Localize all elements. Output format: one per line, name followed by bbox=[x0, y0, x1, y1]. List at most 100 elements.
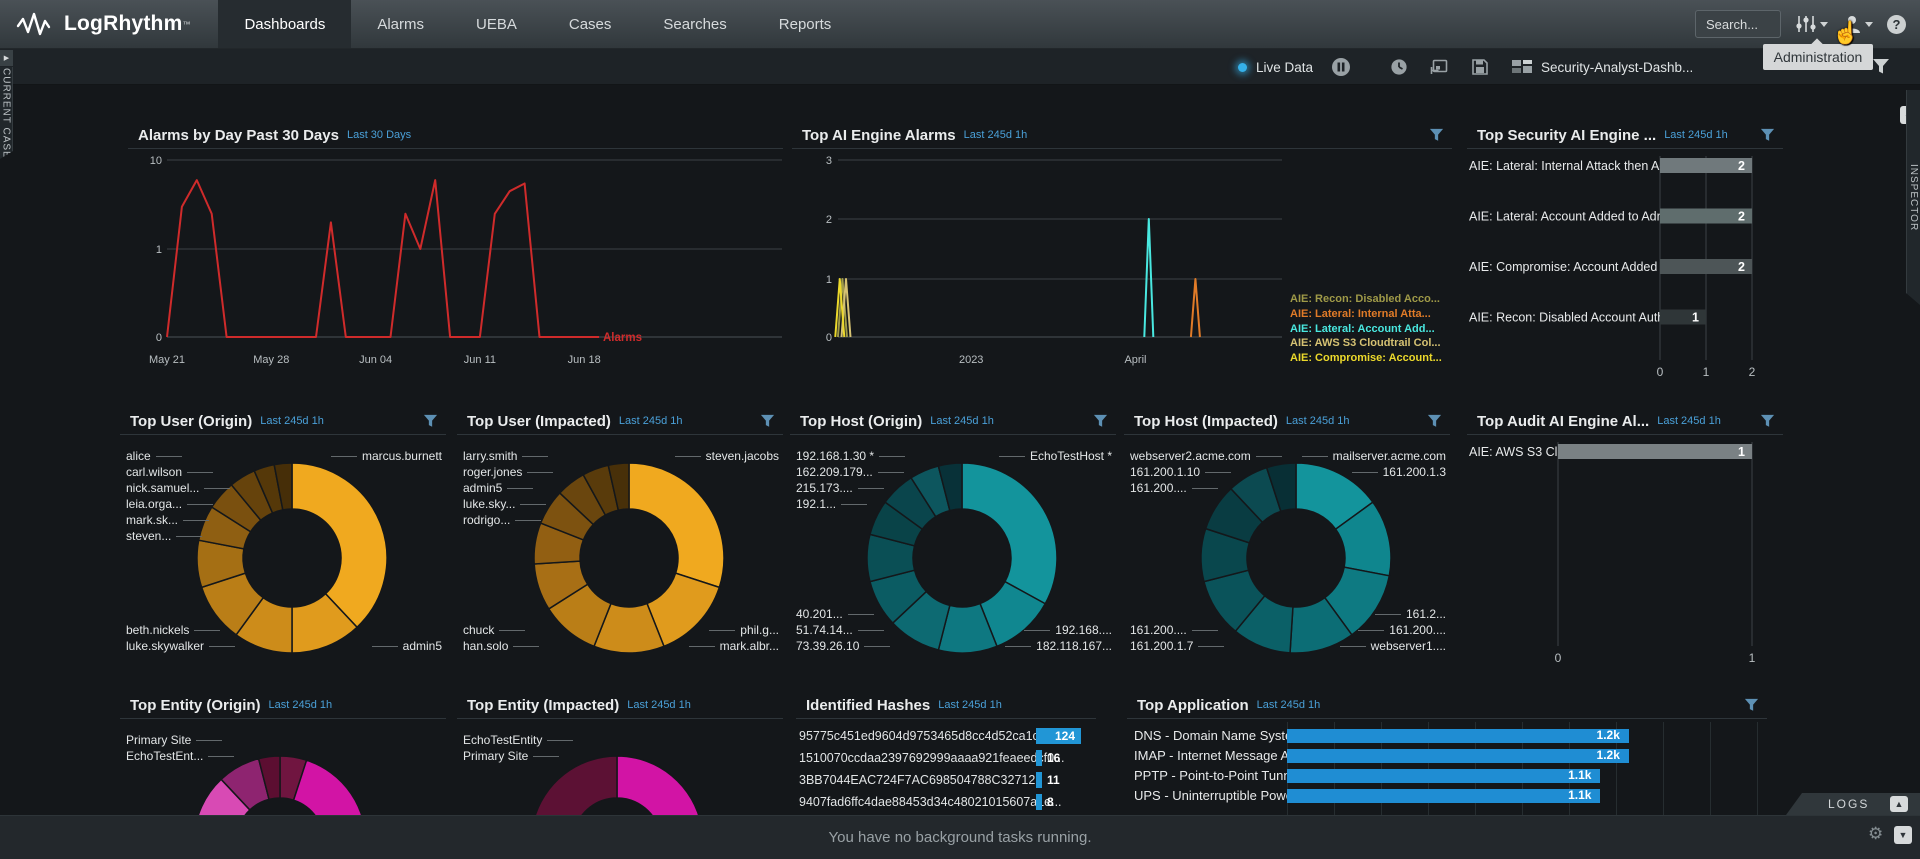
donut-slice-label[interactable]: 192.1... bbox=[796, 496, 910, 512]
hash-row[interactable]: 3BB7044EAC724F7AC698504788C3271211 bbox=[796, 772, 1096, 789]
tab-searches[interactable]: Searches bbox=[637, 0, 752, 48]
pause-icon[interactable] bbox=[1331, 57, 1351, 77]
donut-slice-label[interactable]: 161.2... bbox=[1335, 606, 1446, 622]
donut-slice-label[interactable]: 161.200.1.7 bbox=[1130, 638, 1229, 654]
hash-row[interactable]: 9407fad6ffc4dae88453d34c48021015607a1e..… bbox=[796, 794, 1096, 811]
donut-slice-label[interactable]: han.solo bbox=[463, 638, 544, 654]
filter-icon[interactable] bbox=[1760, 128, 1775, 147]
filter-icon[interactable] bbox=[1427, 414, 1442, 433]
donut-slice-label[interactable]: carl.wilson bbox=[126, 464, 235, 480]
legend-entry[interactable]: AIE: AWS S3 Cloudtrail Col... bbox=[1290, 336, 1450, 351]
live-data-indicator[interactable]: Live Data bbox=[1238, 49, 1313, 85]
donut-slice-label[interactable]: EchoTestEntity bbox=[463, 732, 578, 748]
widget-top-user-origin: Top User (Origin) Last 245d 1h alicecarl… bbox=[120, 408, 446, 670]
host-origin-donut[interactable]: 192.168.1.30 *162.209.179...215.173....1… bbox=[790, 408, 1116, 670]
current-case-tab[interactable]: CURRENT CASE bbox=[0, 67, 13, 159]
search-button[interactable]: Search... bbox=[1695, 10, 1781, 38]
tab-alarms[interactable]: Alarms bbox=[351, 0, 450, 48]
collapse-logs-button[interactable]: ▼ bbox=[1894, 826, 1912, 844]
tab-cases[interactable]: Cases bbox=[543, 0, 638, 48]
donut-slice-label[interactable]: phil.g... bbox=[684, 622, 779, 638]
donut-slice-label[interactable]: webserver2.acme.com bbox=[1130, 448, 1287, 464]
donut-slice-label[interactable]: 215.173.... bbox=[796, 480, 910, 496]
tab-reports[interactable]: Reports bbox=[753, 0, 858, 48]
logrhythm-logo[interactable]: LogRhythm™ bbox=[0, 0, 218, 48]
filter-icon[interactable] bbox=[1429, 128, 1444, 147]
filter-icon[interactable] bbox=[1760, 414, 1775, 433]
donut-slice-label[interactable]: 161.200.... bbox=[1130, 480, 1287, 496]
donut-slice-label[interactable]: 40.201... bbox=[796, 606, 895, 622]
donut-slice-label[interactable]: 161.200.1.3 bbox=[1297, 464, 1446, 480]
application-row[interactable]: DNS - Domain Name System1.2k bbox=[1127, 728, 1767, 743]
security-ai-bar-chart[interactable]: 012AIE: Lateral: Internal Attack then Ac… bbox=[1467, 122, 1783, 380]
donut-slice-label[interactable]: luke.skywalker bbox=[126, 638, 240, 654]
donut-slice-label[interactable]: 51.74.14... bbox=[796, 622, 895, 638]
filter-icon[interactable] bbox=[760, 414, 775, 433]
donut-slice-label[interactable]: Primary Site bbox=[463, 748, 578, 764]
user-impacted-donut[interactable]: larry.smithroger.jonesadmin5luke.sky...r… bbox=[457, 408, 783, 670]
donut-slice-label[interactable]: mailserver.acme.com bbox=[1297, 448, 1446, 464]
settings-gear-icon[interactable]: ⚙ bbox=[1868, 824, 1883, 844]
clock-history-icon[interactable] bbox=[1390, 58, 1408, 76]
donut-slice-label[interactable]: 162.209.179... bbox=[796, 464, 910, 480]
legend-entry[interactable]: AIE: Recon: Disabled Acco... bbox=[1290, 292, 1450, 307]
alarms-line-chart[interactable]: 1010May 21May 28Jun 04Jun 11Jun 18Alarms bbox=[128, 122, 783, 380]
donut-slice-label[interactable]: 192.168.... bbox=[1000, 622, 1112, 638]
host-impacted-donut[interactable]: webserver2.acme.com161.200.1.10161.200..… bbox=[1124, 408, 1450, 670]
filter-icon[interactable] bbox=[1744, 698, 1759, 717]
donut-slice-label[interactable]: nick.samuel... bbox=[126, 480, 235, 496]
admin-sliders-icon[interactable] bbox=[1795, 14, 1828, 34]
donut-slice-label[interactable]: beth.nickels bbox=[126, 622, 240, 638]
hash-row[interactable]: 95775c451ed9604d9753465d8cc4d52ca1cb58..… bbox=[796, 728, 1096, 745]
donut-slice-label[interactable]: webserver1.... bbox=[1335, 638, 1446, 654]
donut-slice-label[interactable]: chuck bbox=[463, 622, 544, 638]
donut-slice-label[interactable]: 192.168.1.30 * bbox=[796, 448, 910, 464]
donut-slice-label[interactable]: steven.jacobs bbox=[670, 448, 779, 464]
application-row[interactable]: PPTP - Point-to-Point Tunneling Pr...1.1… bbox=[1127, 768, 1767, 783]
donut-slice-label[interactable]: mark.sk... bbox=[126, 512, 235, 528]
donut-slice-label[interactable]: leia.orga... bbox=[126, 496, 235, 512]
user-origin-donut[interactable]: alicecarl.wilsonnick.samuel...leia.orga.… bbox=[120, 408, 446, 670]
legend-entry[interactable]: AIE: Lateral: Account Add... bbox=[1290, 322, 1450, 337]
tab-ueba[interactable]: UEBA bbox=[450, 0, 543, 48]
donut-slice-label[interactable]: larry.smith bbox=[463, 448, 558, 464]
donut-slice-label[interactable]: 161.200.1.10 bbox=[1130, 464, 1287, 480]
donut-slice-label[interactable]: EchoTestHost * bbox=[994, 448, 1112, 464]
donut-slice-label[interactable]: 182.118.167... bbox=[1000, 638, 1112, 654]
donut-slice-label[interactable]: roger.jones bbox=[463, 464, 558, 480]
help-icon[interactable]: ? bbox=[1887, 15, 1906, 34]
donut-slice-label[interactable]: admin5 bbox=[463, 480, 558, 496]
donut-slice-label[interactable]: 73.39.26.10 bbox=[796, 638, 895, 654]
donut-slice-label[interactable]: EchoTestEnt... bbox=[126, 748, 239, 764]
audit-ai-bar-chart[interactable]: 01AIE: AWS S3 Cl...1 bbox=[1467, 408, 1783, 670]
save-dashboard-icon[interactable] bbox=[1471, 58, 1489, 76]
application-row[interactable]: UPS - Uninterruptible Power Supply1.1k bbox=[1127, 788, 1767, 803]
dashboard-selector[interactable]: Security-Analyst-Dashb... bbox=[1512, 49, 1693, 85]
donut-slice-label[interactable]: mark.albr... bbox=[684, 638, 779, 654]
donut-slice-label[interactable]: alice bbox=[126, 448, 235, 464]
donut-slice-label[interactable]: admin5 bbox=[367, 638, 442, 654]
donut-slice-label[interactable]: 161.200.... bbox=[1335, 622, 1446, 638]
inspector-tab[interactable]: INSPECTOR bbox=[1906, 90, 1920, 305]
filter-icon[interactable] bbox=[423, 414, 438, 433]
hash-row[interactable]: 1510070ccdaa2397692999aaaa921feaeedcf0..… bbox=[796, 750, 1096, 767]
legend-entry[interactable]: AIE: Lateral: Internal Atta... bbox=[1290, 307, 1450, 322]
donut-slice-label[interactable]: rodrigo... bbox=[463, 512, 558, 528]
legend-entry[interactable]: AIE: Compromise: Account... bbox=[1290, 351, 1450, 366]
toolbar-filter-icon[interactable] bbox=[1872, 58, 1890, 75]
logs-tab[interactable]: LOGS ▲ bbox=[1786, 793, 1920, 815]
expand-current-case-icon[interactable]: ▶ bbox=[0, 50, 13, 66]
expand-logs-button[interactable]: ▲ bbox=[1890, 796, 1908, 812]
donut-slice-label[interactable]: luke.sky... bbox=[463, 496, 558, 512]
application-row[interactable]: IMAP - Internet Message Access Pr...1.2k bbox=[1127, 748, 1767, 763]
filter-icon[interactable] bbox=[1093, 414, 1108, 433]
leader-line bbox=[878, 472, 904, 473]
donut-slice-label[interactable]: Primary Site bbox=[126, 732, 239, 748]
application-value: 1.2k bbox=[1597, 728, 1620, 742]
tab-dashboards[interactable]: Dashboards bbox=[218, 0, 351, 48]
hash-count: 11 bbox=[1047, 773, 1060, 787]
donut-slice-label[interactable]: steven... bbox=[126, 528, 235, 544]
donut-slice-label[interactable]: marcus.burnett bbox=[326, 448, 442, 464]
donut-slice-label[interactable]: 161.200.... bbox=[1130, 622, 1229, 638]
add-dashboard-icon[interactable] bbox=[1430, 58, 1449, 76]
